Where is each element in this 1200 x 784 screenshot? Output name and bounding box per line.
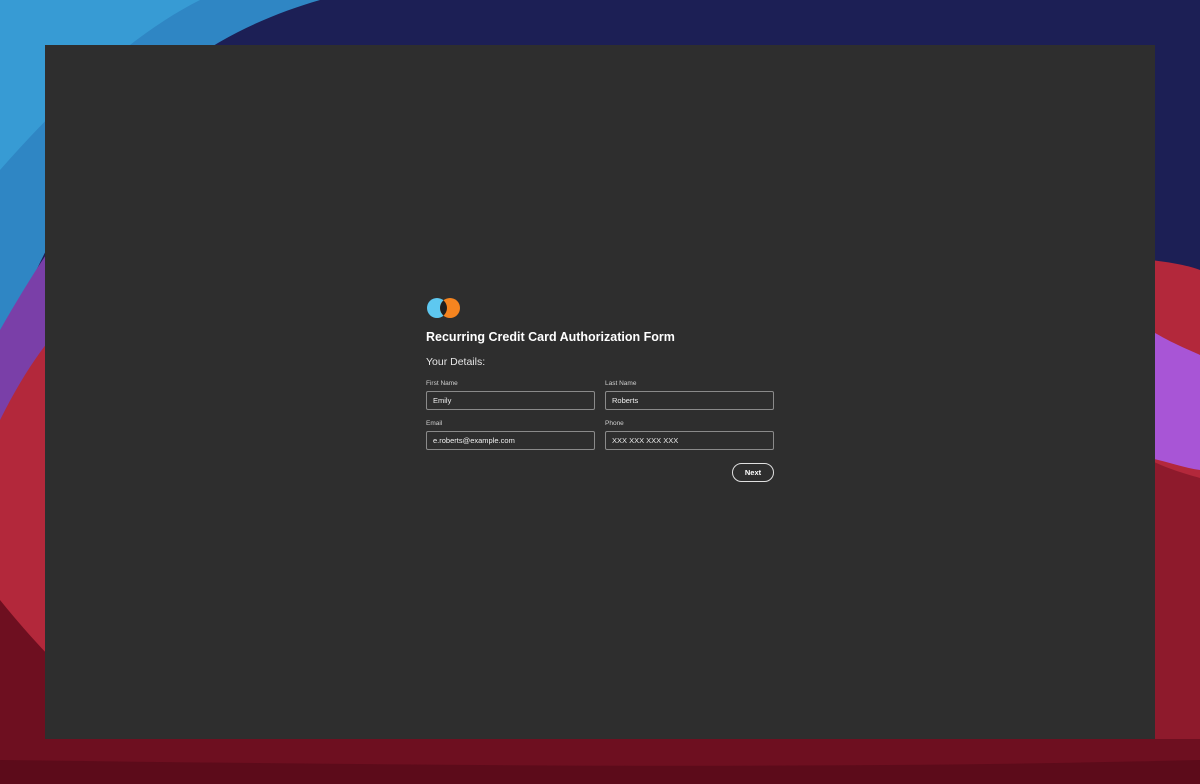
form-title: Recurring Credit Card Authorization Form (426, 330, 675, 344)
phone-field: Phone (605, 420, 774, 450)
form-actions: Next (426, 463, 774, 482)
last-name-field: Last Name (605, 380, 774, 410)
name-row: First Name Last Name (426, 380, 774, 410)
overlapping-circles-logo-icon (427, 298, 460, 318)
last-name-input[interactable] (605, 391, 774, 410)
first-name-field: First Name (426, 380, 595, 410)
phone-label: Phone (605, 420, 624, 427)
app-window: Recurring Credit Card Authorization Form… (45, 45, 1155, 739)
section-heading: Your Details: (426, 356, 486, 368)
first-name-label: First Name (426, 380, 458, 387)
authorization-form: Recurring Credit Card Authorization Form… (426, 296, 774, 482)
next-button[interactable]: Next (732, 463, 774, 482)
email-label: Email (426, 420, 443, 427)
email-field: Email (426, 420, 595, 450)
first-name-input[interactable] (426, 391, 595, 410)
phone-input[interactable] (605, 431, 774, 450)
desktop: Recurring Credit Card Authorization Form… (0, 0, 1200, 784)
last-name-label: Last Name (605, 380, 637, 387)
contact-row: Email Phone (426, 420, 774, 450)
email-input[interactable] (426, 431, 595, 450)
